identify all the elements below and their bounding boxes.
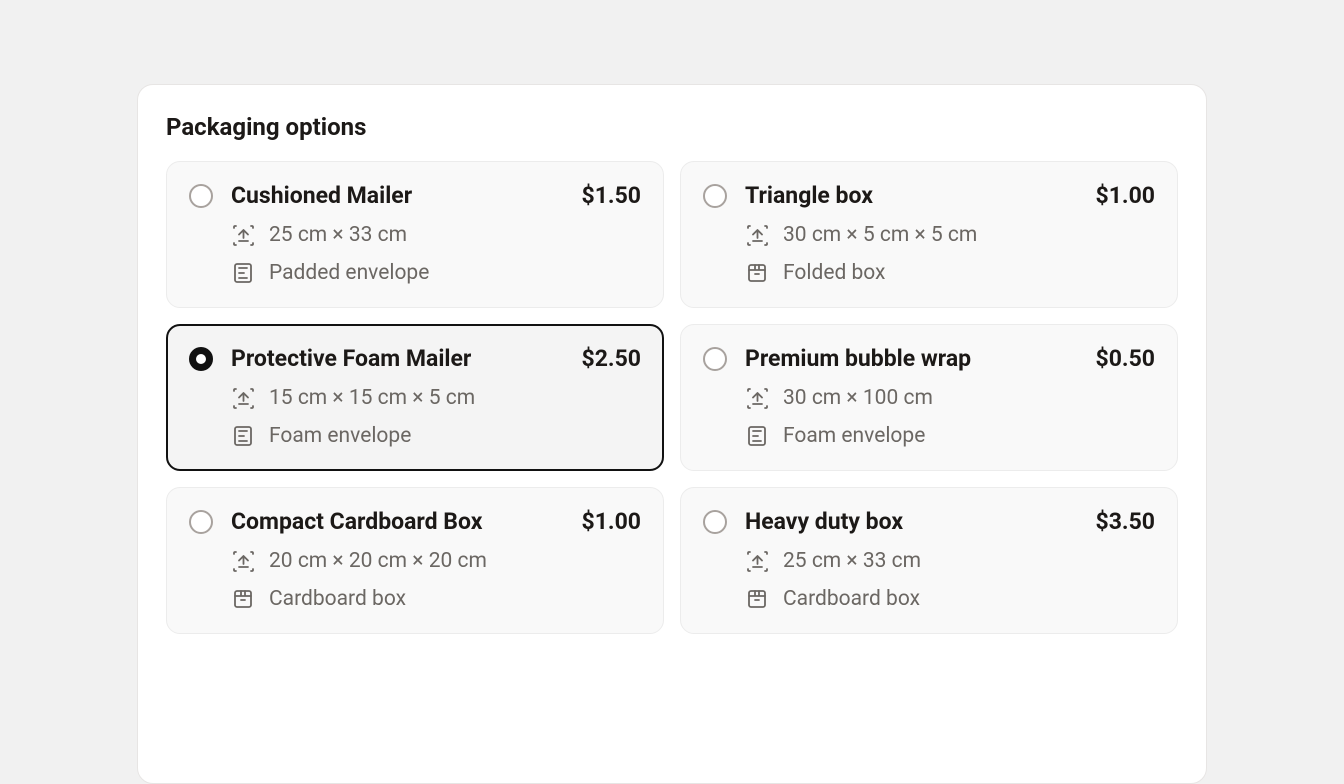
option-name: Triangle box	[745, 182, 1078, 209]
box-icon	[231, 587, 255, 611]
option-name: Cushioned Mailer	[231, 182, 564, 209]
radio-icon	[189, 510, 213, 534]
option-dimensions: 20 cm × 20 cm × 20 cm	[269, 549, 487, 573]
radio-icon	[189, 347, 213, 371]
option-price: $1.00	[1096, 182, 1155, 209]
radio-icon	[703, 510, 727, 534]
option-dimensions: 30 cm × 5 cm × 5 cm	[783, 223, 977, 247]
option-heavy-duty-box[interactable]: Heavy duty box $3.50 25 cm × 33 cm Cardb…	[680, 487, 1178, 634]
packaging-panel: Packaging options Cushioned Mailer $1.50…	[137, 84, 1207, 784]
option-triangle-box[interactable]: Triangle box $1.00 30 cm × 5 cm × 5 cm F…	[680, 161, 1178, 308]
dimensions-icon	[231, 223, 255, 247]
radio-icon	[703, 184, 727, 208]
envelope-icon	[745, 424, 769, 448]
dimensions-icon	[745, 223, 769, 247]
box-icon	[745, 261, 769, 285]
option-dimensions: 30 cm × 100 cm	[783, 386, 933, 410]
dimensions-icon	[231, 386, 255, 410]
option-price: $2.50	[582, 345, 641, 372]
option-dimensions: 25 cm × 33 cm	[783, 549, 921, 573]
option-name: Protective Foam Mailer	[231, 345, 564, 372]
envelope-icon	[231, 261, 255, 285]
option-premium-bubble-wrap[interactable]: Premium bubble wrap $0.50 30 cm × 100 cm…	[680, 324, 1178, 471]
option-name: Compact Cardboard Box	[231, 508, 564, 535]
radio-icon	[703, 347, 727, 371]
option-compact-cardboard-box[interactable]: Compact Cardboard Box $1.00 20 cm × 20 c…	[166, 487, 664, 634]
option-type: Foam envelope	[269, 424, 411, 448]
option-cushioned-mailer[interactable]: Cushioned Mailer $1.50 25 cm × 33 cm Pad…	[166, 161, 664, 308]
option-type: Cardboard box	[783, 587, 920, 611]
option-price: $1.00	[582, 508, 641, 535]
option-price: $1.50	[582, 182, 641, 209]
option-dimensions: 15 cm × 15 cm × 5 cm	[269, 386, 475, 410]
option-protective-foam-mailer[interactable]: Protective Foam Mailer $2.50 15 cm × 15 …	[166, 324, 664, 471]
option-name: Heavy duty box	[745, 508, 1078, 535]
option-price: $3.50	[1096, 508, 1155, 535]
dimensions-icon	[745, 549, 769, 573]
option-type: Padded envelope	[269, 261, 429, 285]
dimensions-icon	[745, 386, 769, 410]
radio-icon	[189, 184, 213, 208]
option-type: Folded box	[783, 261, 885, 285]
dimensions-icon	[231, 549, 255, 573]
option-type: Foam envelope	[783, 424, 925, 448]
option-name: Premium bubble wrap	[745, 345, 1078, 372]
option-price: $0.50	[1096, 345, 1155, 372]
option-type: Cardboard box	[269, 587, 406, 611]
option-dimensions: 25 cm × 33 cm	[269, 223, 407, 247]
box-icon	[745, 587, 769, 611]
envelope-icon	[231, 424, 255, 448]
panel-title: Packaging options	[166, 113, 1178, 141]
options-grid: Cushioned Mailer $1.50 25 cm × 33 cm Pad…	[166, 161, 1178, 634]
